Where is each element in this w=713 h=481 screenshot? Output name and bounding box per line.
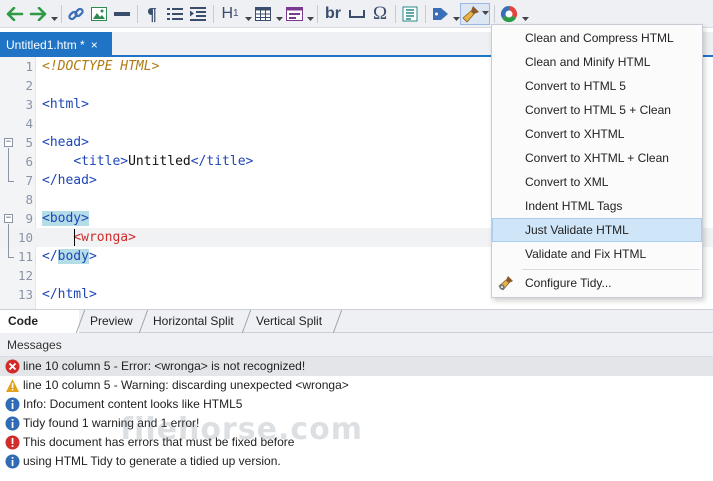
line-break-icon[interactable]: br (321, 3, 345, 25)
tab-vertical-split[interactable]: Vertical Split (248, 310, 330, 333)
bookmark-icon[interactable] (429, 3, 451, 25)
list-icon[interactable] (164, 3, 186, 25)
toolbar-divider (317, 4, 318, 23)
special-char-icon[interactable]: Ω (369, 3, 391, 25)
form-icon[interactable] (283, 3, 305, 25)
menu-item-convert-xhtml[interactable]: Convert to XHTML (492, 122, 702, 146)
fold-toggle-icon[interactable]: − (4, 214, 13, 223)
messages-panel: Messages line 10 column 5 - Error: <wron… (0, 333, 713, 481)
warning-icon (6, 379, 19, 392)
error-exclamation-icon (5, 435, 20, 450)
document-tab-label: Untitled1.htm * (6, 37, 85, 52)
document-tab[interactable]: Untitled1.htm * × (0, 32, 112, 57)
info-icon (5, 416, 20, 431)
error-icon (5, 359, 20, 374)
back-arrow-icon[interactable] (4, 3, 26, 25)
menu-item-convert-xhtml-clean[interactable]: Convert to XHTML + Clean (492, 146, 702, 170)
fold-guide (8, 224, 9, 257)
toolbar-divider (137, 4, 138, 23)
menu-item-clean-compress[interactable]: Clean and Compress HTML (492, 26, 702, 50)
menu-item-convert-xml[interactable]: Convert to XML (492, 170, 702, 194)
toolbar-divider (213, 4, 214, 23)
table-icon[interactable] (252, 3, 274, 25)
toolbar-divider (395, 4, 396, 23)
messages-header: Messages (0, 333, 713, 357)
heading-icon[interactable]: H1 (217, 3, 243, 25)
text-cursor (74, 229, 75, 246)
menu-separator (522, 269, 700, 270)
color-icon[interactable] (498, 3, 520, 25)
tab-divider (332, 310, 343, 333)
fold-toggle-icon[interactable]: − (4, 138, 13, 147)
info-icon (5, 454, 20, 469)
tidy-dropdown-menu: Clean and Compress HTML Clean and Minify… (491, 24, 703, 298)
non-breaking-space-icon[interactable] (346, 3, 368, 25)
toolbar-divider (494, 4, 495, 23)
watermark: filehorse.com (120, 412, 363, 447)
menu-item-just-validate[interactable]: Just Validate HTML (492, 218, 702, 242)
horizontal-rule-icon[interactable] (111, 3, 133, 25)
link-icon[interactable] (65, 3, 87, 25)
message-item[interactable]: line 10 column 5 - Warning: discarding u… (0, 376, 713, 395)
paragraph-icon[interactable]: ¶ (141, 3, 163, 25)
chevron-down-icon[interactable] (452, 3, 460, 25)
toolbar-divider (61, 4, 62, 23)
message-item[interactable]: line 10 column 5 - Error: <wronga> is no… (0, 357, 713, 376)
menu-item-clean-minify[interactable]: Clean and Minify HTML (492, 50, 702, 74)
configure-tidy-icon (498, 276, 513, 291)
close-icon[interactable]: × (91, 38, 98, 52)
menu-item-indent-tags[interactable]: Indent HTML Tags (492, 194, 702, 218)
view-tabs: Code Editor Preview Horizontal Split Ver… (0, 309, 713, 351)
tidy-icon[interactable] (460, 2, 490, 25)
chevron-down-icon[interactable] (244, 3, 252, 25)
tab-horizontal-split[interactable]: Horizontal Split (145, 310, 242, 333)
forward-arrow-icon[interactable] (27, 3, 49, 25)
indent-icon[interactable] (187, 3, 209, 25)
fold-guide-end (8, 181, 14, 182)
toolbar-divider (425, 4, 426, 23)
menu-item-configure-tidy[interactable]: Configure Tidy... (492, 271, 702, 295)
chevron-down-icon[interactable] (275, 3, 283, 25)
info-icon (5, 397, 20, 412)
chevron-down-icon[interactable] (521, 3, 529, 25)
tab-preview[interactable]: Preview (82, 310, 141, 333)
chevron-down-icon[interactable] (50, 3, 58, 25)
chevron-down-icon[interactable] (306, 3, 314, 25)
message-item[interactable]: using HTML Tidy to generate a tidied up … (0, 452, 713, 471)
tab-code-editor[interactable]: Code Editor (0, 310, 79, 351)
css-icon[interactable] (399, 3, 421, 25)
menu-item-convert-html5-clean[interactable]: Convert to HTML 5 + Clean (492, 98, 702, 122)
menu-item-validate-fix[interactable]: Validate and Fix HTML (492, 242, 702, 266)
fold-guide-end (8, 257, 14, 258)
fold-guide (8, 148, 9, 181)
image-icon[interactable] (88, 3, 110, 25)
menu-item-convert-html5[interactable]: Convert to HTML 5 (492, 74, 702, 98)
